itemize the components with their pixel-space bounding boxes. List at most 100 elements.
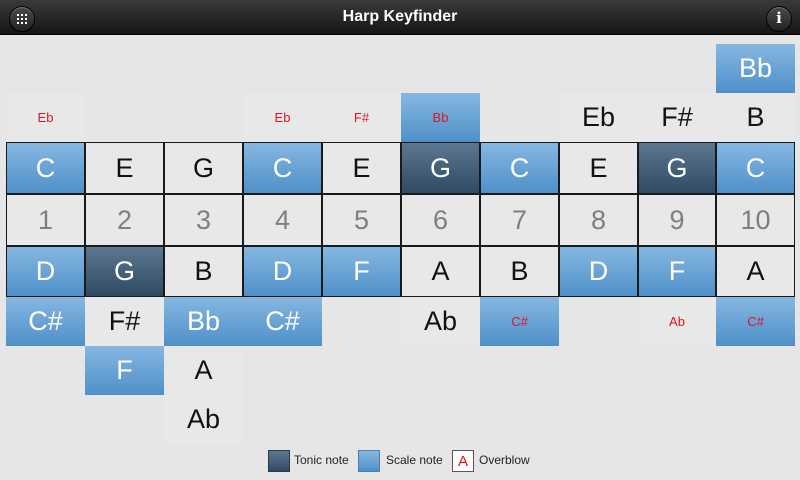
note-label: G bbox=[113, 256, 135, 286]
overblows-and-upper-cell-5[interactable]: F# bbox=[322, 93, 401, 142]
note-label: F bbox=[353, 256, 370, 286]
note-label: F# bbox=[661, 102, 693, 132]
hole-number: 5 bbox=[353, 204, 370, 235]
note-label: D bbox=[588, 256, 609, 286]
note-label: A bbox=[194, 355, 213, 385]
blow-cell-8[interactable]: E bbox=[559, 142, 638, 194]
overblows-and-upper-cell-1[interactable]: Eb bbox=[6, 93, 85, 142]
draw-cell-5[interactable]: F bbox=[322, 246, 401, 297]
draw-bend-1-cell-3[interactable]: Bb bbox=[164, 297, 243, 346]
note-label: Eb bbox=[37, 110, 54, 125]
blow-cell-10[interactable]: C bbox=[716, 142, 795, 194]
hole-number: 8 bbox=[590, 204, 607, 235]
draw-bend-1-cell-10[interactable]: C# bbox=[716, 297, 795, 346]
draw-bend-1-cell-6[interactable]: Ab bbox=[401, 297, 480, 346]
draw-cell-3[interactable]: B bbox=[164, 246, 243, 297]
note-label: A bbox=[746, 256, 765, 286]
holes-cell-9: 9 bbox=[638, 194, 716, 246]
blow-cell-6[interactable]: G bbox=[401, 142, 480, 194]
note-label: G bbox=[666, 152, 688, 183]
scale-legend-label: Scale note bbox=[386, 453, 443, 467]
note-label: Eb bbox=[274, 110, 291, 125]
draw-bend-1-cell-1[interactable]: C# bbox=[6, 297, 85, 346]
overblows-and-upper-cell-9[interactable]: F# bbox=[638, 93, 716, 142]
harp-key-grid: Bb Eb Eb F# Bb Eb F# B C E G C E G C E G C 1 2 3 4 5 6 7 8 9 10 D G B D… bbox=[0, 0, 800, 480]
hole-number: 10 bbox=[740, 204, 771, 235]
note-label: F# bbox=[353, 110, 370, 125]
hole-number: 2 bbox=[116, 204, 133, 235]
holes-cell-5: 5 bbox=[322, 194, 401, 246]
note-label: B bbox=[746, 102, 765, 132]
note-label: D bbox=[272, 256, 293, 286]
draw-bend-1-cell-9[interactable]: Ab bbox=[638, 297, 716, 346]
tonic-legend-label: Tonic note bbox=[294, 453, 349, 467]
note-label: C# bbox=[747, 314, 764, 329]
draw-bend-1-cell-7[interactable]: C# bbox=[480, 297, 559, 346]
draw-bend-1-cell-2[interactable]: F# bbox=[85, 297, 164, 346]
note-label: E bbox=[589, 152, 608, 183]
blow-cell-3[interactable]: G bbox=[164, 142, 243, 194]
draw-cell-10[interactable]: A bbox=[716, 246, 795, 297]
hole-number: 6 bbox=[432, 204, 449, 235]
note-label: Bb bbox=[738, 53, 773, 83]
holes-cell-3: 3 bbox=[164, 194, 243, 246]
note-label: C# bbox=[28, 306, 63, 336]
blow-bends-cell-10[interactable]: Bb bbox=[716, 44, 795, 93]
note-label: Bb bbox=[186, 306, 221, 336]
holes-cell-2: 2 bbox=[85, 194, 164, 246]
note-label: Ab bbox=[669, 314, 685, 329]
draw-cell-9[interactable]: F bbox=[638, 246, 716, 297]
note-label: Ab bbox=[186, 404, 221, 434]
note-label: E bbox=[115, 152, 134, 183]
draw-bend-1-cell-4[interactable]: C# bbox=[243, 297, 322, 346]
draw-cell-6[interactable]: A bbox=[401, 246, 480, 297]
holes-cell-7: 7 bbox=[480, 194, 559, 246]
holes-cell-4: 4 bbox=[243, 194, 322, 246]
draw-bend-2-cell-3[interactable]: A bbox=[164, 346, 243, 395]
draw-bend-2-cell-2[interactable]: F bbox=[85, 346, 164, 395]
overblows-and-upper-cell-10[interactable]: B bbox=[716, 93, 795, 142]
holes-cell-10: 10 bbox=[716, 194, 795, 246]
blow-cell-5[interactable]: E bbox=[322, 142, 401, 194]
draw-cell-4[interactable]: D bbox=[243, 246, 322, 297]
note-label: Eb bbox=[581, 102, 616, 132]
draw-cell-1[interactable]: D bbox=[6, 246, 85, 297]
overblows-and-upper-cell-4[interactable]: Eb bbox=[243, 93, 322, 142]
note-label: C bbox=[745, 152, 766, 183]
note-label: F# bbox=[108, 306, 141, 336]
note-label: D bbox=[35, 256, 56, 286]
hole-number: 3 bbox=[195, 204, 212, 235]
overblows-and-upper-cell-6[interactable]: Bb bbox=[401, 93, 480, 142]
note-label: C bbox=[35, 152, 56, 183]
overblows-and-upper-cell-8[interactable]: Eb bbox=[559, 93, 638, 142]
overblow-legend-label: Overblow bbox=[479, 453, 530, 467]
note-label: Bb bbox=[432, 110, 449, 125]
blow-cell-7[interactable]: C bbox=[480, 142, 559, 194]
holes-cell-8: 8 bbox=[559, 194, 638, 246]
note-label: C# bbox=[511, 314, 528, 329]
note-label: C# bbox=[265, 306, 300, 336]
blow-cell-2[interactable]: E bbox=[85, 142, 164, 194]
tonic-swatch bbox=[268, 450, 290, 472]
draw-cell-7[interactable]: B bbox=[480, 246, 559, 297]
note-label: F bbox=[116, 355, 133, 385]
legend: Tonic note Scale note A Overblow bbox=[0, 446, 800, 476]
holes-cell-6: 6 bbox=[401, 194, 480, 246]
note-label: A bbox=[431, 256, 450, 286]
blow-cell-9[interactable]: G bbox=[638, 142, 716, 194]
holes-cell-1: 1 bbox=[6, 194, 85, 246]
draw-bend-3-cell-3[interactable]: Ab bbox=[164, 395, 243, 444]
hole-number: 4 bbox=[274, 204, 291, 235]
hole-number: 1 bbox=[37, 204, 54, 235]
hole-number: 7 bbox=[511, 204, 528, 235]
note-label: B bbox=[194, 256, 213, 286]
note-label: G bbox=[192, 152, 214, 183]
blow-cell-4[interactable]: C bbox=[243, 142, 322, 194]
draw-cell-8[interactable]: D bbox=[559, 246, 638, 297]
overblow-swatch: A bbox=[452, 450, 474, 472]
note-label: E bbox=[352, 152, 371, 183]
blow-cell-1[interactable]: C bbox=[6, 142, 85, 194]
hole-number: 9 bbox=[669, 204, 685, 235]
note-label: F bbox=[668, 256, 686, 286]
draw-cell-2[interactable]: G bbox=[85, 246, 164, 297]
